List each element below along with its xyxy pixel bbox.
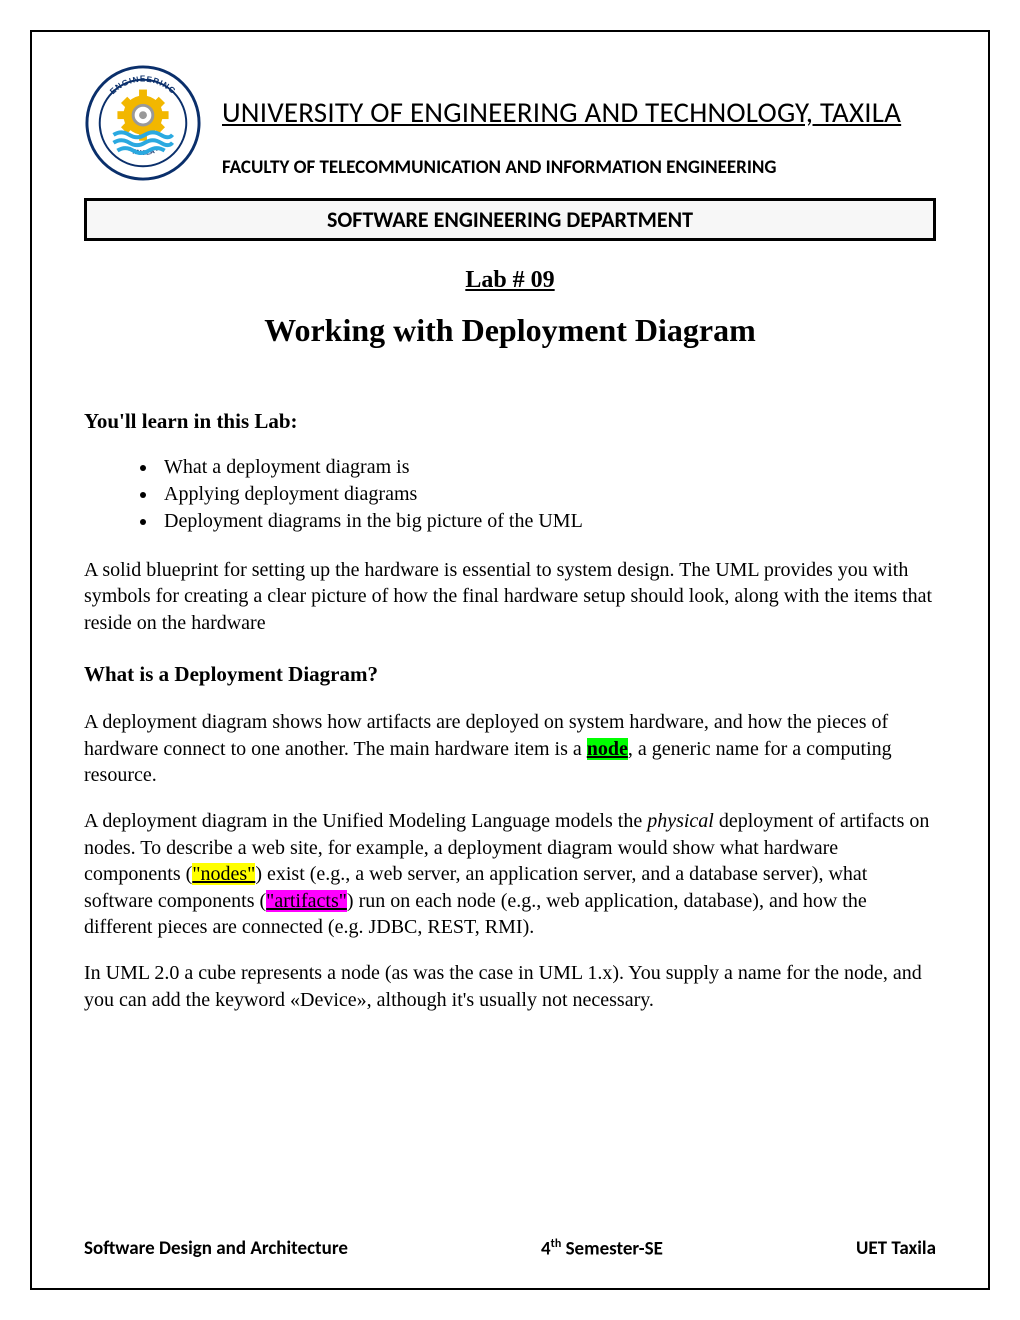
footer-right: UET Taxila	[856, 1237, 936, 1260]
footer-left: Software Design and Architecture	[84, 1237, 348, 1260]
footer: Software Design and Architecture 4th Sem…	[84, 1237, 936, 1260]
learn-bullets: What a deployment diagram is Applying de…	[158, 454, 936, 535]
document-title: Working with Deployment Diagram	[84, 312, 936, 349]
faculty-name: FACULTY OF TELECOMMUNICATION AND INFORMA…	[222, 156, 936, 179]
learn-heading: You'll learn in this Lab:	[84, 409, 936, 434]
header-text-block: UNIVERSITY OF ENGINEERING AND TECHNOLOGY…	[222, 64, 936, 179]
text-run: A deployment diagram in the Unified Mode…	[84, 810, 647, 832]
paragraph: A deployment diagram in the Unified Mode…	[84, 808, 936, 940]
footer-center-num: 4	[541, 1237, 551, 1260]
paragraph: In UML 2.0 a cube represents a node (as …	[84, 960, 936, 1013]
lab-number: Lab # 09	[84, 267, 936, 294]
section-heading: What is a Deployment Diagram?	[84, 662, 936, 687]
footer-center-rest: Semester-SE	[561, 1237, 663, 1260]
footer-center: 4th Semester-SE	[541, 1237, 663, 1260]
highlight-node: node	[587, 738, 628, 760]
page: ENGINEERING • TAXILA •	[0, 0, 1020, 1320]
university-logo: ENGINEERING • TAXILA •	[84, 64, 202, 182]
university-name: UNIVERSITY OF ENGINEERING AND TECHNOLOGY…	[222, 94, 936, 130]
list-item: What a deployment diagram is	[158, 454, 936, 481]
intro-paragraph: A solid blueprint for setting up the har…	[84, 557, 936, 636]
list-item: Deployment diagrams in the big picture o…	[158, 508, 936, 535]
footer-center-sup: th	[551, 1237, 562, 1251]
list-item: Applying deployment diagrams	[158, 481, 936, 508]
content-body: You'll learn in this Lab: What a deploym…	[84, 409, 936, 1033]
paragraph: A deployment diagram shows how artifacts…	[84, 709, 936, 788]
department-box: SOFTWARE ENGINEERING DEPARTMENT	[84, 198, 936, 241]
header-row: ENGINEERING • TAXILA •	[84, 64, 936, 182]
highlight-artifacts: "artifacts"	[266, 890, 347, 912]
italic-word: physical	[647, 810, 714, 832]
highlight-nodes: "nodes"	[192, 863, 255, 885]
content-frame: ENGINEERING • TAXILA •	[30, 30, 990, 1290]
